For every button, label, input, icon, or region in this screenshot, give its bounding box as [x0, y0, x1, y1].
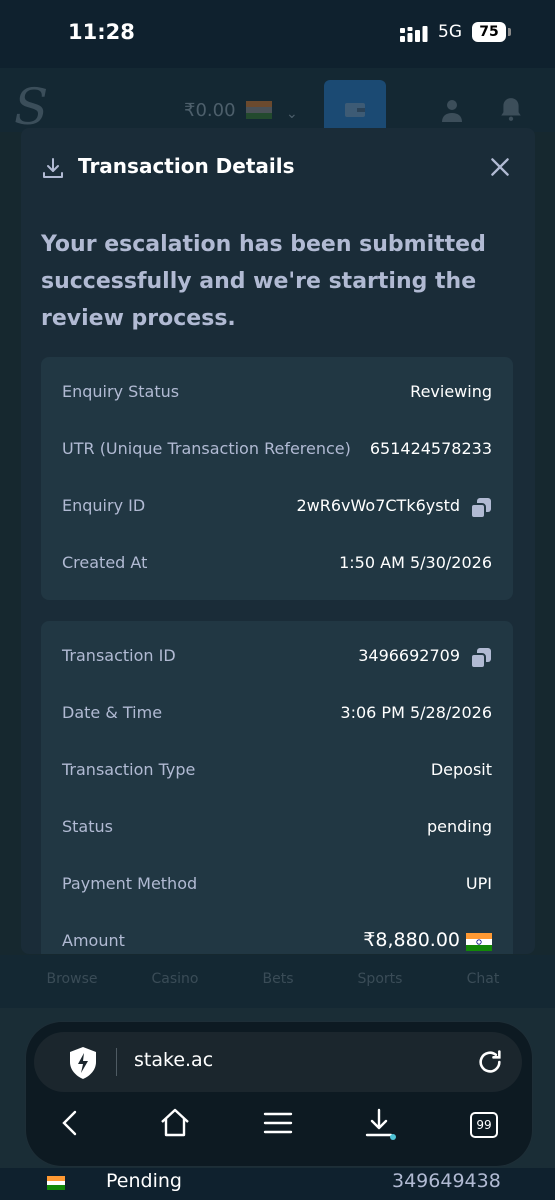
- transaction-card: Transaction ID 3496692709 Date & Time 3:…: [41, 621, 513, 954]
- row-label: Transaction Type: [62, 760, 196, 779]
- row-label: Amount: [62, 931, 125, 950]
- copy-icon[interactable]: [470, 647, 492, 669]
- copy-icon[interactable]: [470, 497, 492, 519]
- nav-sports: Sports: [357, 971, 403, 987]
- bottom-nav: Browse Casino Bets Sports Chat: [0, 955, 555, 1015]
- tabs-button[interactable]: 99: [470, 1112, 498, 1138]
- row-value: pending: [426, 817, 492, 836]
- date-time-row: Date & Time 3:06 PM 5/28/2026: [62, 703, 492, 727]
- signal-icon: [400, 26, 428, 42]
- row-value: Reviewing: [410, 382, 492, 401]
- row-label: Transaction ID: [62, 646, 176, 665]
- wallet-icon: [345, 103, 365, 117]
- browser-toolbar: stake.ac 99: [26, 1022, 532, 1166]
- row-value: ₹8,880.00: [363, 929, 460, 951]
- shield-icon[interactable]: [68, 1046, 98, 1080]
- transaction-id: 349649438: [392, 1170, 501, 1192]
- row-value: Deposit: [430, 760, 492, 779]
- india-flag-icon: [246, 101, 272, 119]
- row-label: Enquiry Status: [62, 382, 180, 401]
- app-header: S ₹0.00 ⌄: [0, 68, 555, 138]
- chevron-down-icon: ⌄: [286, 106, 298, 122]
- row-value: 651424578233: [369, 439, 492, 458]
- status-text: Pending: [106, 1170, 182, 1192]
- download-icon[interactable]: [362, 1106, 396, 1140]
- modal-title: Transaction Details: [78, 154, 295, 178]
- back-icon[interactable]: [54, 1106, 88, 1140]
- download-icon: [43, 158, 63, 178]
- nav-bets: Bets: [262, 971, 294, 987]
- enquiry-card: Enquiry Status Reviewing UTR (Unique Tra…: [41, 357, 513, 600]
- utr-row: UTR (Unique Transaction Reference) 65142…: [62, 439, 492, 463]
- status-bar: 11:28 5G 75: [0, 0, 555, 68]
- row-label: Enquiry ID: [62, 496, 146, 515]
- menu-icon[interactable]: [261, 1106, 295, 1140]
- transaction-id-row: Transaction ID 3496692709: [62, 646, 492, 670]
- row-label: UTR (Unique Transaction Reference): [62, 439, 351, 458]
- amount-row: Amount ₹8,880.00: [62, 929, 492, 954]
- home-icon[interactable]: [158, 1106, 192, 1140]
- url-separator: [116, 1048, 117, 1076]
- status-time: 11:28: [68, 20, 135, 44]
- bell-icon: [501, 98, 521, 121]
- close-icon[interactable]: [487, 154, 513, 180]
- reload-icon[interactable]: [476, 1048, 504, 1076]
- battery-icon: 75: [472, 22, 511, 42]
- nav-chat: Chat: [466, 971, 500, 987]
- row-value: 2wR6vWo7CTk6ystd: [296, 496, 460, 515]
- created-at-row: Created At 1:50 AM 5/30/2026: [62, 553, 492, 577]
- stake-logo: S: [14, 78, 49, 136]
- success-message: Your escalation has been submitted succe…: [41, 232, 486, 331]
- enquiry-id-row: Enquiry ID 2wR6vWo7CTk6ystd: [62, 496, 492, 520]
- row-value: 3:06 PM 5/28/2026: [340, 703, 492, 722]
- transaction-list-row: Pending 349649438: [0, 1168, 555, 1200]
- nav-browse: Browse: [46, 971, 98, 987]
- row-value: UPI: [465, 874, 492, 893]
- row-label: Created At: [62, 553, 148, 572]
- payment-method-row: Payment Method UPI: [62, 874, 492, 898]
- row-value: 1:50 AM 5/30/2026: [339, 553, 492, 572]
- row-value: 3496692709: [358, 646, 460, 665]
- address-bar[interactable]: stake.ac: [34, 1032, 522, 1092]
- transaction-type-row: Transaction Type Deposit: [62, 760, 492, 784]
- nav-casino: Casino: [151, 971, 199, 987]
- row-label: Payment Method: [62, 874, 198, 893]
- transaction-details-modal: Transaction Details Your escalation has …: [21, 128, 535, 954]
- india-flag-icon: [47, 1176, 65, 1190]
- row-label: Status: [62, 817, 113, 836]
- user-icon: [442, 100, 462, 122]
- row-label: Date & Time: [62, 703, 163, 722]
- balance-value: ₹0.00: [184, 100, 236, 121]
- enquiry-status-row: Enquiry Status Reviewing: [62, 382, 492, 406]
- status-row: Status pending: [62, 817, 492, 841]
- url-text[interactable]: stake.ac: [134, 1049, 213, 1071]
- network-type: 5G: [438, 22, 462, 42]
- india-flag-icon: [466, 933, 492, 951]
